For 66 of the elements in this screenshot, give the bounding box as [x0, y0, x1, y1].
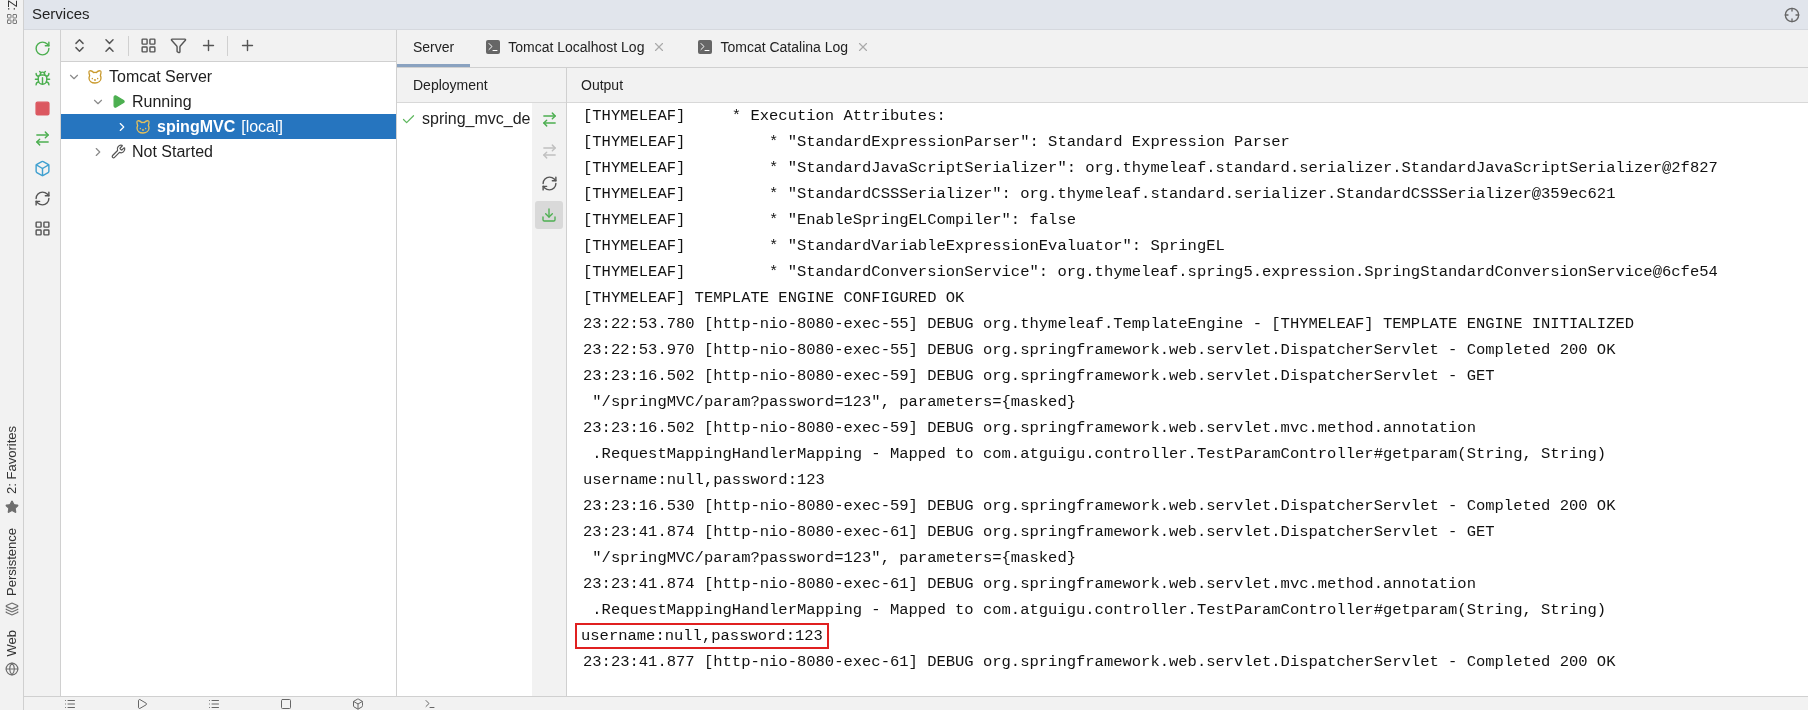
- deployment-item[interactable]: spring_mvc_de: [397, 107, 532, 131]
- tool-window-label[interactable]: Z:: [2, 0, 21, 11]
- play-icon[interactable]: [136, 698, 148, 710]
- refresh-icon: [33, 189, 51, 207]
- console-line: "/springMVC/param?password=123", parameters={masked}: [591, 392, 1077, 413]
- tool-window-button[interactable]: Web: [1, 629, 22, 676]
- tree-item-suffix: [local]: [241, 116, 283, 137]
- console-line: username:null,password:123: [582, 470, 826, 491]
- layout-icon: [33, 219, 51, 237]
- tree-item[interactable]: spingMVC [local]: [61, 114, 396, 139]
- cat-icon: [87, 68, 103, 85]
- download-icon: [541, 207, 557, 223]
- terminal-icon[interactable]: [424, 698, 436, 710]
- tool-window-button[interactable]: Persistence: [1, 527, 22, 616]
- cat-icon: [135, 118, 151, 135]
- wrench-icon: [111, 144, 126, 159]
- square-icon[interactable]: [280, 698, 292, 710]
- tree-item[interactable]: Running: [61, 89, 396, 114]
- rerun-icon: [33, 39, 51, 57]
- console-line: [THYMELEAF] * "StandardVariableExpressionEvaluator": SpringEL: [582, 236, 1226, 257]
- console-line: 23:22:53.780 [http-nio-8080-exec-55] DEBUG org.thymeleaf.TemplateEngine - [THYMELEAF] TEMPLATE ENGINE INITIALIZED: [582, 314, 1636, 335]
- globe-icon: [4, 662, 19, 676]
- console-line: 23:23:16.502 [http-nio-8080-exec-59] DEBUG org.springframework.web.servlet.DispatcherServlet - GET: [582, 366, 1496, 387]
- tree-item-label: Not Started: [132, 141, 213, 162]
- tree-item[interactable]: Not Started: [61, 139, 396, 164]
- window-title: Services: [32, 4, 90, 25]
- refresh-icon: [540, 174, 558, 192]
- tab[interactable]: Tomcat Localhost Log: [470, 30, 683, 67]
- tree-item[interactable]: Tomcat Server: [61, 64, 396, 89]
- tool-window-button[interactable]: 2: Favorites: [1, 425, 22, 514]
- stop-icon: [33, 99, 51, 117]
- debug-icon: [33, 69, 51, 87]
- play-icon: [111, 94, 126, 109]
- crosshair-icon[interactable]: [1784, 6, 1800, 23]
- tree-item-label: Running: [132, 91, 192, 112]
- list-icon[interactable]: [64, 698, 76, 710]
- console-line: 23:23:16.530 [http-nio-8080-exec-59] DEBUG org.springframework.web.servlet.DispatcherServlet - Completed 200 OK: [582, 496, 1617, 517]
- box-icon[interactable]: [352, 698, 364, 710]
- console-line: [THYMELEAF] * Execution Attributes:: [582, 106, 947, 127]
- terminal-icon: [486, 40, 501, 54]
- console-line: [THYMELEAF] * "StandardExpressionParser": Standard Expression Parser: [582, 132, 1291, 153]
- console-line: 23:23:16.502 [http-nio-8080-exec-59] DEBUG org.springframework.web.servlet.mvc.method.annotation: [582, 418, 1477, 439]
- console-line: [THYMELEAF] TEMPLATE ENGINE CONFIGURED OK: [582, 288, 966, 309]
- console-line: 23:22:53.970 [http-nio-8080-exec-55] DEBUG org.springframework.web.servlet.DispatcherServlet - Completed 200 OK: [582, 340, 1617, 361]
- console-line: "/springMVC/param?password=123", parameters={masked}: [591, 548, 1077, 569]
- console-line: [THYMELEAF] * "EnableSpringELCompiler": false: [582, 210, 1077, 231]
- console-line: 23:23:41.877 [http-nio-8080-exec-61] DEBUG org.springframework.web.servlet.DispatcherServlet - Completed 200 OK: [582, 652, 1617, 673]
- console-line: [THYMELEAF] * "StandardConversionService": org.thymeleaf.spring5.expression.SpringStandardConversionService@6cfe54: [582, 262, 1719, 283]
- console-line: 23:23:41.874 [http-nio-8080-exec-61] DEBUG org.springframework.web.servlet.DispatcherServlet - GET: [582, 522, 1496, 543]
- filter-icon: [169, 37, 187, 54]
- tree-item-label: Tomcat Server: [109, 66, 213, 87]
- group-icon: [139, 37, 157, 54]
- deploy-icon: [33, 129, 51, 147]
- tree-item-label: spingMVC: [157, 116, 236, 137]
- console-line: 23:23:41.874 [http-nio-8080-exec-61] DEBUG org.springframework.web.servlet.mvc.method.annotation: [582, 574, 1477, 595]
- console-line: [THYMELEAF] * "StandardJavaScriptSerializer": org.thymeleaf.standard.serializer.StandardJavaScriptSerializer@2f827: [582, 158, 1719, 179]
- star-icon: [4, 499, 19, 514]
- console-line: [THYMELEAF] * "StandardCSSSerializer": org.thymeleaf.standard.serializer.StandardCSSSerializer@359ec621: [582, 184, 1617, 205]
- tab[interactable]: Tomcat Catalina Log: [682, 30, 887, 67]
- console-line: .RequestMappingHandlerMapping - Mapped to com.atguigu.controller.TestParamController#getparam(String, String): [591, 444, 1608, 465]
- layers-icon: [4, 601, 19, 616]
- undeploy-icon: [540, 142, 558, 160]
- terminal-icon: [698, 40, 713, 54]
- console-line: .RequestMappingHandlerMapping - Mapped to com.atguigu.controller.TestParamController#getparam(String, String): [591, 600, 1608, 621]
- redeploy-icon: [540, 110, 558, 128]
- list-icon[interactable]: [208, 698, 220, 710]
